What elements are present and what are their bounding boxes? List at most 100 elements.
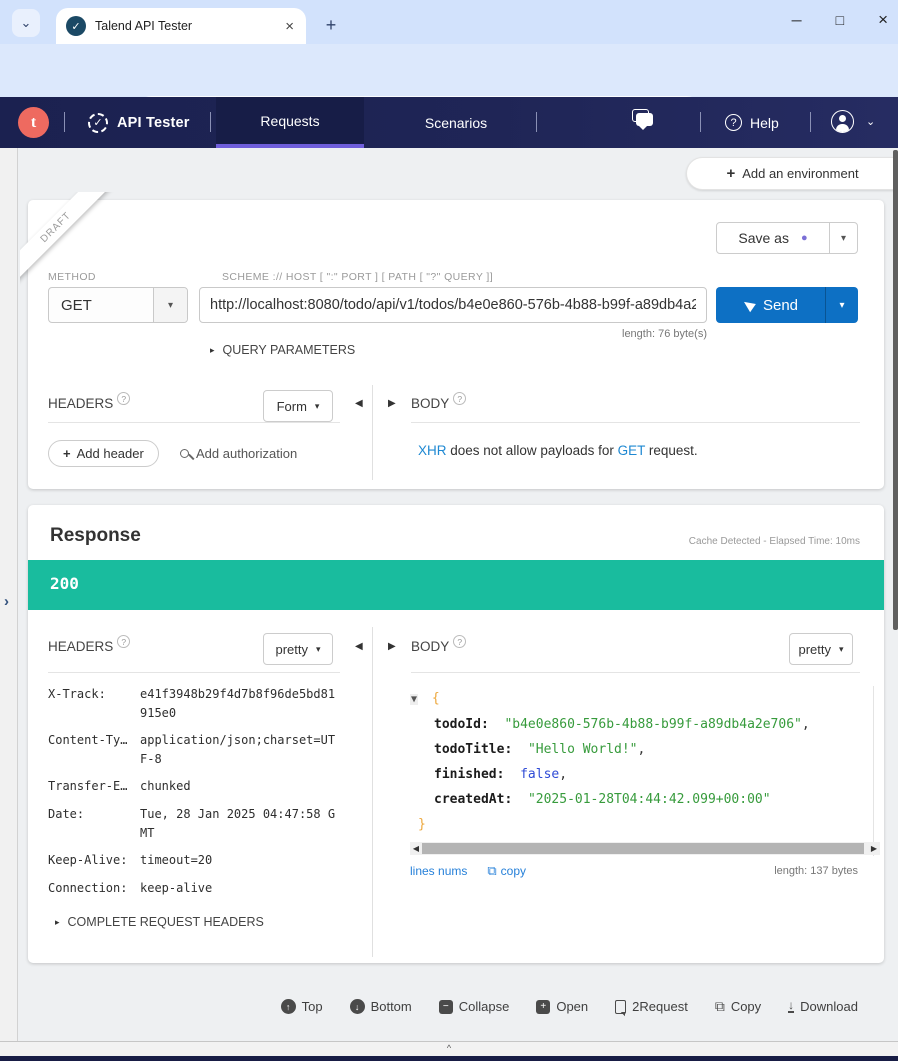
- account-icon[interactable]: [831, 110, 854, 133]
- window-bottom-edge: [0, 1056, 898, 1061]
- response-headers-list: X-Track:e41f3948b29f4d7b8f96de5bd81915e0…: [48, 685, 378, 906]
- save-as-button[interactable]: Save as ●: [716, 222, 830, 254]
- plus-icon: +: [63, 446, 71, 461]
- help-label: Help: [750, 115, 779, 131]
- tab-requests[interactable]: Requests: [216, 97, 364, 148]
- draft-ribbon: DRAFT: [20, 192, 130, 302]
- collapse-node-icon[interactable]: ▼: [410, 694, 418, 705]
- key-icon: [180, 449, 189, 458]
- collapse-button[interactable]: − Collapse: [439, 999, 510, 1014]
- info-icon[interactable]: ?: [117, 392, 130, 405]
- copy-body-link[interactable]: ⧉ copy: [487, 863, 526, 879]
- get-link[interactable]: GET: [618, 443, 646, 458]
- open-icon: +: [536, 1000, 550, 1014]
- collapse-right-icon[interactable]: ▶: [388, 398, 396, 409]
- browser-window: ⌄ ✓ Talend API Tester × + ─ □ × ← → ↻ Ta…: [0, 0, 898, 1061]
- xhr-link[interactable]: XHR: [418, 443, 447, 458]
- line-numbers-link[interactable]: lines nums: [410, 864, 467, 878]
- body-format-value: pretty: [798, 642, 831, 657]
- request-panel: DRAFT Save as ● ▾ METHOD SCHEME :// HOST…: [28, 200, 884, 489]
- navbar-divider: [700, 112, 701, 132]
- collapse-left-icon[interactable]: ◀: [355, 398, 363, 409]
- json-row: createdAt: "2025-01-28T04:44:42.099+00:0…: [410, 787, 882, 812]
- scrollbar-thumb[interactable]: [422, 843, 864, 854]
- tab-scenarios[interactable]: Scenarios: [382, 97, 530, 148]
- page-scroll-strip[interactable]: ^: [0, 1041, 898, 1056]
- collapse-icon: −: [439, 1000, 453, 1014]
- body-horizontal-scrollbar[interactable]: ◀ ▶: [410, 842, 880, 855]
- window-close-button[interactable]: ×: [878, 10, 888, 30]
- response-headers-format-select[interactable]: pretty ▾: [263, 633, 333, 665]
- panel-divider: [372, 385, 373, 480]
- scroll-bottom-button[interactable]: ↓ Bottom: [350, 999, 412, 1014]
- scheme-label: SCHEME :// HOST [ ":" PORT ] [ PATH [ "?…: [222, 271, 493, 283]
- info-icon[interactable]: ?: [453, 635, 466, 648]
- app-brand-label: API Tester: [117, 115, 190, 131]
- talend-logo[interactable]: t: [18, 107, 49, 138]
- status-code: 200: [50, 574, 79, 593]
- url-input[interactable]: [199, 287, 707, 323]
- add-environment-button[interactable]: + Add an environment: [686, 157, 898, 190]
- repository-rail: [0, 148, 18, 1041]
- add-authorization-link[interactable]: Add authorization: [180, 446, 297, 461]
- copy-response-button[interactable]: ⧉ Copy: [715, 998, 761, 1015]
- collapse-left-icon[interactable]: ◀: [355, 641, 363, 652]
- header-row: Keep-Alive:timeout=20: [48, 851, 378, 870]
- response-body-format-select[interactable]: pretty ▾: [789, 633, 853, 665]
- request-body-label: BODY ?: [411, 396, 466, 411]
- chevron-down-icon: ⌄: [21, 15, 32, 30]
- send-dropdown-button[interactable]: ▾: [826, 287, 858, 323]
- add-authorization-label: Add authorization: [196, 446, 297, 461]
- header-row: Connection:keep-alive: [48, 879, 378, 898]
- app-brand[interactable]: ✓ API Tester: [88, 97, 190, 148]
- add-header-button[interactable]: + Add header: [48, 440, 159, 467]
- minimize-button[interactable]: ─: [792, 12, 802, 28]
- triangle-right-icon: ▸: [210, 345, 215, 356]
- send-button[interactable]: Send ▾: [716, 287, 858, 323]
- info-icon[interactable]: ?: [453, 392, 466, 405]
- browser-tab[interactable]: ✓ Talend API Tester ×: [56, 8, 306, 44]
- complete-request-headers-label: COMPLETE REQUEST HEADERS: [68, 915, 264, 929]
- navbar-divider: [64, 112, 65, 132]
- page-scrollbar-thumb[interactable]: [893, 150, 898, 630]
- caret-down-icon: ▾: [316, 644, 321, 655]
- scroll-top-button[interactable]: ↑ Top: [281, 999, 323, 1014]
- expand-sidebar-icon[interactable]: ›: [4, 593, 9, 610]
- tab-search-button[interactable]: ⌄: [12, 9, 40, 37]
- new-tab-button[interactable]: +: [318, 12, 344, 38]
- save-as-dropdown-button[interactable]: ▾: [829, 222, 858, 254]
- maximize-button[interactable]: □: [836, 12, 844, 28]
- download-button[interactable]: ↓ Download: [788, 999, 858, 1014]
- collapse-right-icon[interactable]: ▶: [388, 641, 396, 652]
- body-scrollbar-track: [873, 686, 874, 856]
- info-icon[interactable]: ?: [117, 635, 130, 648]
- scroll-left-icon[interactable]: ◀: [410, 844, 422, 853]
- headers-format-select[interactable]: Form ▾: [263, 390, 333, 422]
- query-parameters-toggle[interactable]: ▸ QUERY PARAMETERS: [210, 343, 355, 357]
- browser-toolbar: ← → ↻ Talend API Tester - Free Edition c…: [0, 44, 898, 97]
- help-menu[interactable]: ? Help: [725, 97, 779, 148]
- navbar-divider: [210, 112, 211, 132]
- request-headers-label: HEADERS ?: [48, 396, 130, 411]
- caret-down-icon: ▾: [839, 644, 844, 655]
- copy-icon: ⧉: [715, 998, 725, 1015]
- navbar-divider: [536, 112, 537, 132]
- add-environment-label: Add an environment: [742, 166, 858, 181]
- feedback-chat-icon[interactable]: [636, 113, 653, 126]
- json-row: todoId: "b4e0e860-576b-4b88-b99f-a89db4a…: [410, 712, 882, 737]
- response-panel: Response Cache Detected - Elapsed Time: …: [28, 505, 884, 963]
- header-row: Transfer-E…chunked: [48, 777, 378, 796]
- scroll-right-icon[interactable]: ▶: [868, 844, 880, 853]
- tab-close-icon[interactable]: ×: [283, 18, 296, 35]
- method-label: METHOD: [48, 271, 96, 283]
- to-request-button[interactable]: 2Request: [615, 999, 688, 1014]
- account-chevron-icon[interactable]: ⌄: [866, 115, 875, 128]
- header-row: Date:Tue, 28 Jan 2025 04:47:58 GMT: [48, 805, 378, 842]
- method-select[interactable]: GET ▾: [48, 287, 188, 323]
- section-rule: [411, 422, 860, 423]
- complete-request-headers-toggle[interactable]: ▸ COMPLETE REQUEST HEADERS: [55, 915, 264, 929]
- scroll-up-icon: ^: [447, 1043, 451, 1053]
- bottom-icon: ↓: [350, 999, 365, 1014]
- open-button[interactable]: + Open: [536, 999, 588, 1014]
- body-restriction-note: XHR does not allow payloads for GET requ…: [418, 443, 698, 458]
